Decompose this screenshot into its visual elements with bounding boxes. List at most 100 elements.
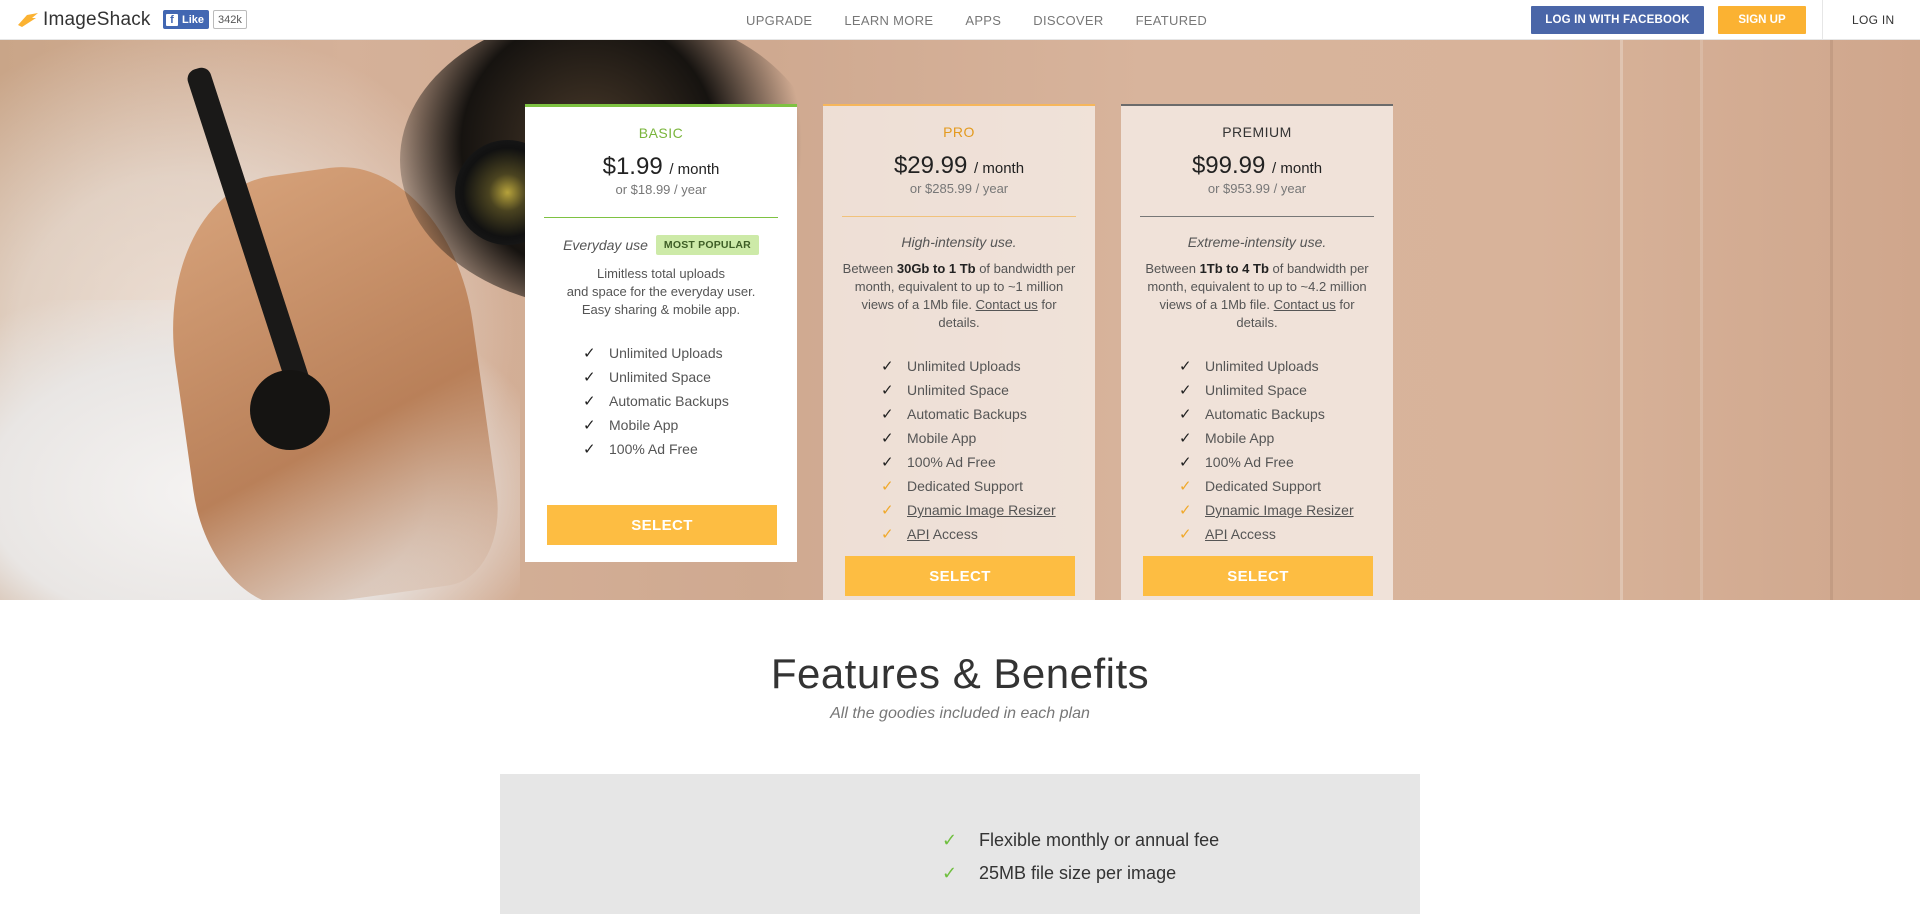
check-icon: ✓	[1179, 406, 1192, 423]
check-icon: ✓	[583, 417, 596, 434]
feature-item: ✓ Automatic Backups	[881, 402, 1095, 426]
facebook-like-widget[interactable]: f Like 342k	[163, 10, 247, 29]
api-link[interactable]: API	[907, 526, 930, 542]
check-icon: ✓	[881, 502, 894, 519]
plan-use-case: Everyday use MOST POPULAR	[525, 235, 797, 255]
feature-item: ✓ Unlimited Uploads	[583, 341, 797, 365]
bandwidth-range: 1Tb to 4 Tb	[1199, 261, 1269, 276]
plan-use-label: High-intensity use.	[901, 234, 1017, 250]
feature-label: Automatic Backups	[609, 393, 729, 409]
feature-label: Mobile App	[907, 430, 977, 446]
check-icon: ✓	[881, 382, 894, 399]
check-icon: ✓	[881, 358, 894, 375]
feature-label: Access	[1227, 526, 1276, 542]
feature-item: ✓ Mobile App	[1179, 426, 1393, 450]
feature-label: Dedicated Support	[907, 478, 1023, 494]
feature-label: Mobile App	[609, 417, 679, 433]
main-nav: UPGRADE LEARN MORE APPS DISCOVER FEATURE…	[746, 0, 1239, 40]
feature-item: ✓ API Access	[881, 522, 1095, 546]
check-icon: ✓	[881, 526, 894, 543]
features-benefits-subtitle: All the goodies included in each plan	[830, 705, 1090, 722]
check-icon: ✓	[881, 406, 894, 423]
feature-item: ✓ Dedicated Support	[1179, 474, 1393, 498]
feature-item: ✓ Dynamic Image Resizer	[881, 498, 1095, 522]
plan-price-amount: $99.99	[1191, 152, 1266, 179]
feature-label: Unlimited Space	[1205, 382, 1307, 398]
benefits-list: ✓ Flexible monthly or annual fee ✓ 25MB fi…	[942, 824, 1219, 890]
hero-background-streak	[1830, 40, 1833, 600]
check-icon: ✓	[1179, 454, 1192, 471]
plan-card-pro: PRO $29.99 / month or $285.99 / year Hig…	[823, 104, 1095, 600]
logo-text: ImageShack	[43, 9, 151, 30]
check-icon: ✓	[1179, 430, 1192, 447]
select-basic-button[interactable]: SELECT	[547, 505, 777, 545]
plan-card-basic: BASIC $1.99 / month or $18.99 / year Eve…	[525, 104, 797, 562]
contact-us-link[interactable]: Contact us	[1274, 297, 1336, 312]
check-icon: ✓	[583, 369, 596, 386]
select-premium-button[interactable]: SELECT	[1143, 556, 1373, 596]
facebook-like-button[interactable]: f Like	[163, 10, 210, 29]
header-divider	[1822, 0, 1823, 40]
feature-label: Unlimited Uploads	[1205, 358, 1319, 374]
log-in-link[interactable]: LOG IN	[1852, 13, 1894, 27]
nav-apps[interactable]: APPS	[965, 13, 1001, 28]
feature-label: Unlimited Uploads	[907, 358, 1021, 374]
most-popular-badge: MOST POPULAR	[655, 235, 759, 255]
check-icon: ✓	[881, 478, 894, 495]
features-benefits-title: Features & Benefits	[770, 650, 1150, 697]
plan-price: $29.99 / month	[823, 154, 1095, 178]
pricing-hero: BASIC $1.99 / month or $18.99 / year Eve…	[0, 40, 1920, 600]
login-with-facebook-button[interactable]: LOG IN WITH FACEBOOK	[1531, 6, 1704, 34]
check-icon: ✓	[583, 345, 596, 362]
plan-description: Between 30Gb to 1 Tb of bandwidth per mo…	[823, 260, 1095, 332]
description-text: Between	[1145, 261, 1200, 276]
check-icon: ✓	[583, 441, 596, 458]
hero-background-lens-cap	[250, 370, 330, 450]
check-icon: ✓	[1179, 358, 1192, 375]
dynamic-image-resizer-link[interactable]: Dynamic Image Resizer	[907, 502, 1056, 518]
check-icon: ✓	[881, 454, 894, 471]
benefit-item: ✓ Flexible monthly or annual fee	[942, 824, 1219, 857]
plan-description-line: and space for the everyday user.	[566, 284, 756, 299]
plan-use-case: Extreme-intensity use.	[1121, 234, 1393, 250]
dynamic-image-resizer-link[interactable]: Dynamic Image Resizer	[1205, 502, 1354, 518]
top-navigation-bar: ImageShack f Like 342k UPGRADE LEARN MOR…	[0, 0, 1920, 40]
nav-featured[interactable]: FEATURED	[1136, 13, 1208, 28]
feature-label: Dedicated Support	[1205, 478, 1321, 494]
sign-up-button[interactable]: SIGN UP	[1718, 6, 1806, 34]
plan-price: $1.99 / month	[525, 155, 797, 179]
hero-background-streak	[1620, 40, 1623, 600]
plan-name: PRO	[943, 124, 975, 140]
plan-divider	[1140, 216, 1374, 217]
plan-divider	[842, 216, 1076, 217]
nav-discover[interactable]: DISCOVER	[1033, 13, 1103, 28]
contact-us-link[interactable]: Contact us	[976, 297, 1038, 312]
select-pro-button[interactable]: SELECT	[845, 556, 1075, 596]
api-link[interactable]: API	[1205, 526, 1228, 542]
plan-price-period: / month	[1272, 160, 1323, 177]
bandwidth-range: 30Gb to 1 Tb	[896, 261, 976, 276]
plan-yearly-price: or $18.99 / year	[615, 182, 707, 197]
benefit-item: ✓ 25MB file size per image	[942, 857, 1219, 890]
plan-use-case: High-intensity use.	[823, 234, 1095, 250]
imageshack-logo[interactable]: ImageShack	[18, 9, 151, 31]
plan-yearly-price: or $953.99 / year	[1207, 181, 1307, 196]
feature-item: ✓ Automatic Backups	[1179, 402, 1393, 426]
feature-label: 100% Ad Free	[1205, 454, 1294, 470]
plan-use-label: Extreme-intensity use.	[1187, 234, 1327, 250]
plan-yearly-price: or $285.99 / year	[909, 181, 1009, 196]
facebook-like-label: Like	[182, 13, 205, 26]
feature-item: ✓ Unlimited Uploads	[881, 354, 1095, 378]
plan-price-amount: $29.99	[893, 152, 968, 179]
feature-label: Unlimited Uploads	[609, 345, 723, 361]
nav-learn-more[interactable]: LEARN MORE	[844, 13, 933, 28]
plan-feature-list: ✓ Unlimited Uploads ✓ Unlimited Space ✓ Aut…	[1179, 354, 1393, 546]
nav-upgrade[interactable]: UPGRADE	[746, 13, 812, 28]
feature-label: 100% Ad Free	[609, 441, 698, 457]
feature-item: ✓ Mobile App	[583, 413, 797, 437]
feature-item: ✓ Unlimited Uploads	[1179, 354, 1393, 378]
plan-description-line: Easy sharing & mobile app.	[581, 302, 741, 317]
plan-divider	[544, 217, 778, 218]
plan-description-line: Limitless total uploads	[597, 266, 725, 281]
plan-price-amount: $1.99	[602, 153, 663, 180]
